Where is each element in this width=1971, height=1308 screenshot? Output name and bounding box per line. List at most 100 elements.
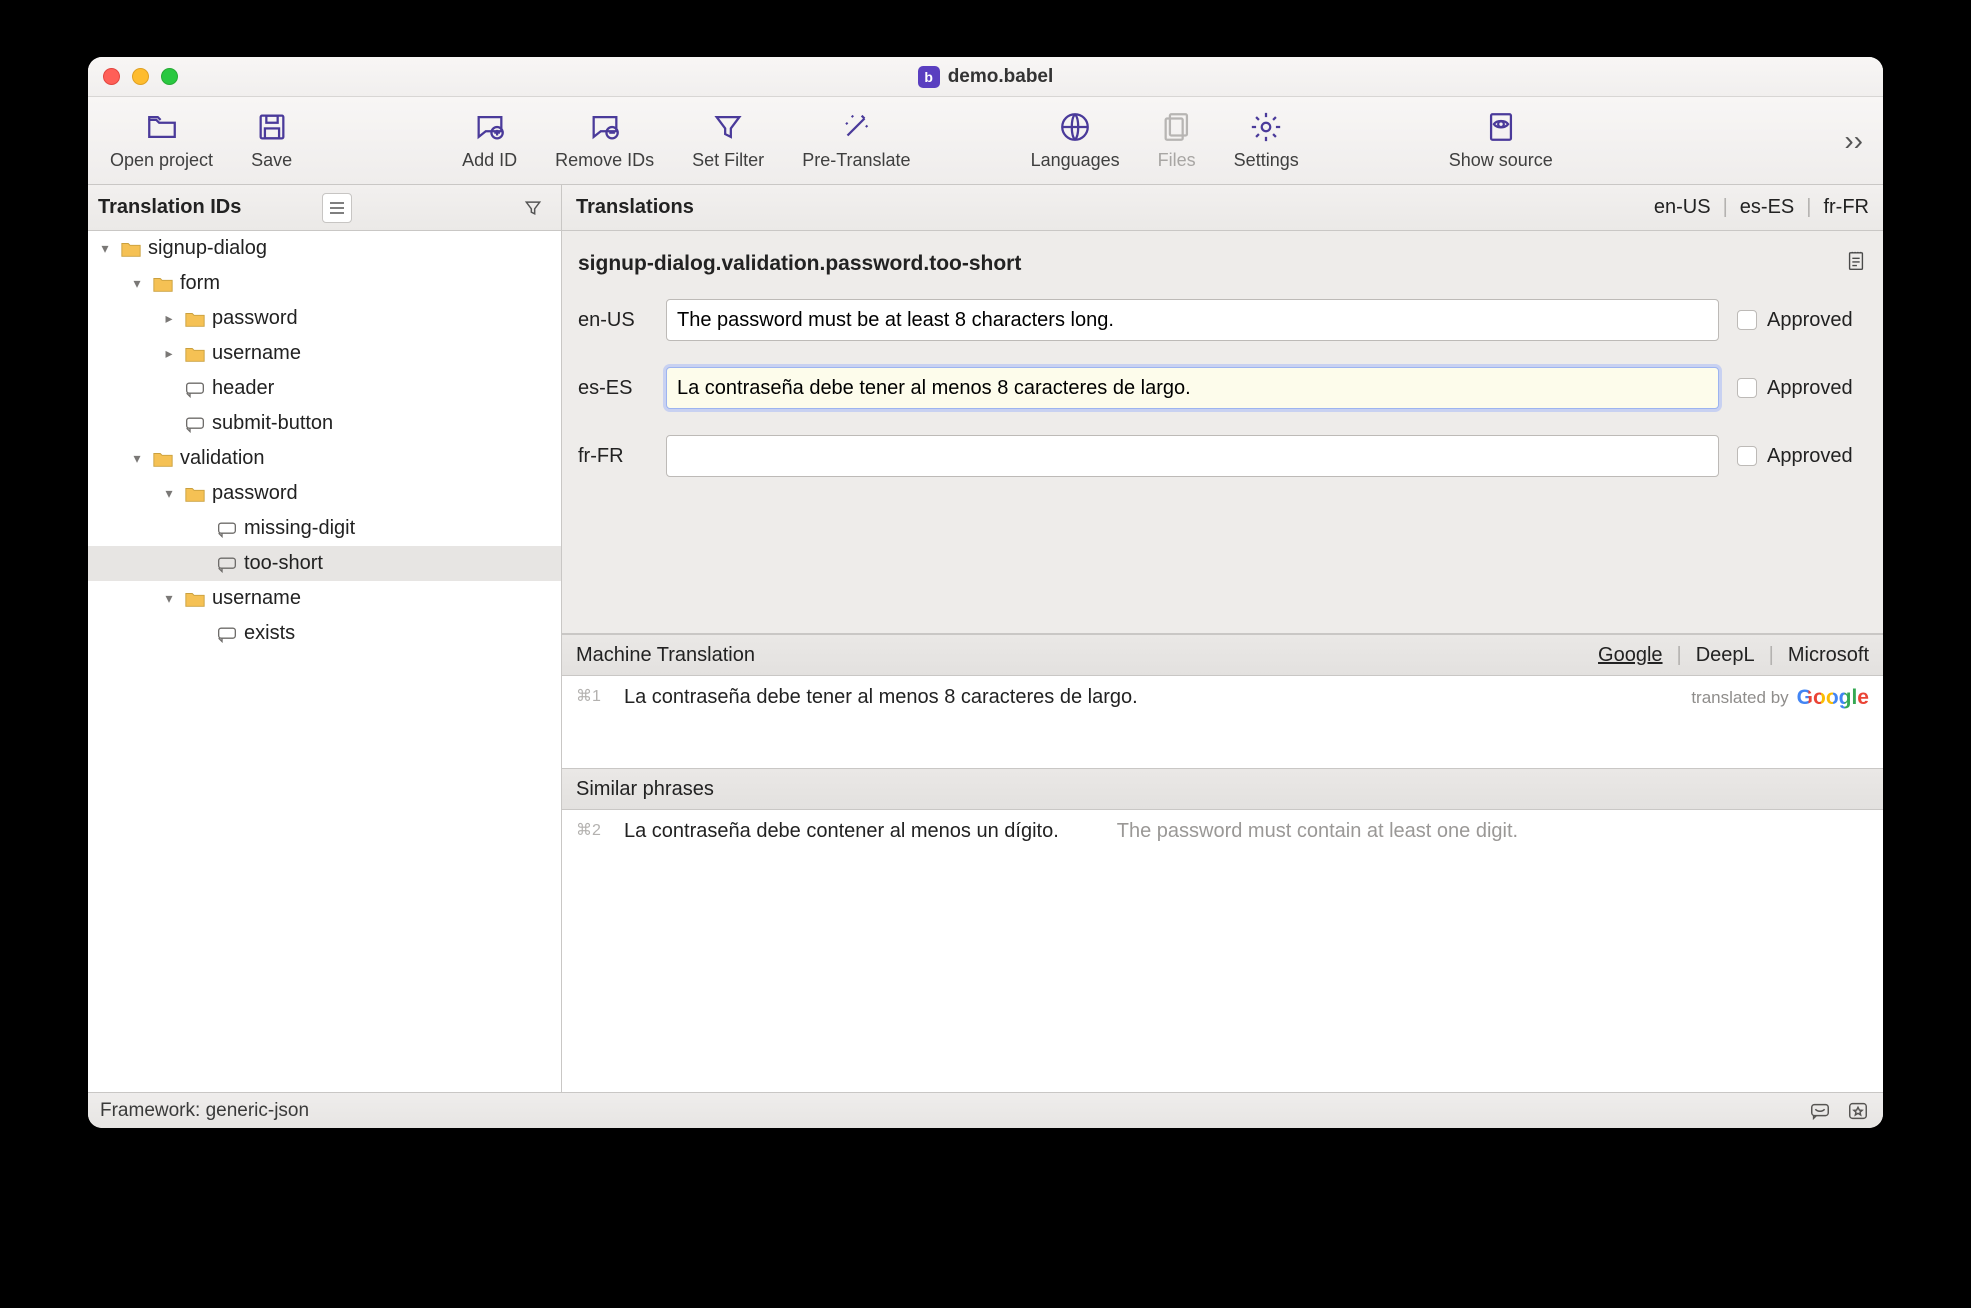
translation-row-en: en-US Approved xyxy=(578,299,1867,341)
tree-string[interactable]: exists xyxy=(88,616,561,651)
tree-label: exists xyxy=(244,622,295,645)
pre-translate-button[interactable]: Pre-Translate xyxy=(802,110,910,171)
string-icon xyxy=(216,553,238,575)
app-window: b demo.babel Open project Save xyxy=(88,57,1883,1128)
translated-by: translated by Google xyxy=(1691,686,1869,710)
left-panel-header: Translation IDs xyxy=(88,185,561,231)
folder-icon xyxy=(120,238,142,260)
chat-plus-icon xyxy=(473,110,507,144)
tree-folder[interactable]: ▾ signup-dialog xyxy=(88,231,561,266)
tree-label: signup-dialog xyxy=(148,237,267,260)
mt-shortcut: ⌘1 xyxy=(576,686,606,706)
tree-string[interactable]: submit-button xyxy=(88,406,561,441)
save-icon xyxy=(255,110,289,144)
tree-filter-button[interactable] xyxy=(518,193,548,223)
eye-doc-icon xyxy=(1484,110,1518,144)
tree-string[interactable]: missing-digit xyxy=(88,511,561,546)
chevron-down-icon[interactable]: ▾ xyxy=(160,590,178,607)
languages-button[interactable]: Languages xyxy=(1031,110,1120,171)
status-framework: Framework: generic-json xyxy=(100,1100,309,1122)
toolbar-label: Remove IDs xyxy=(555,150,654,171)
tree-folder[interactable]: ▾ username xyxy=(88,581,561,616)
content: Translation IDs ▾ signup-dialog ▾ xyxy=(88,185,1883,1092)
mt-provider-tab[interactable]: Microsoft xyxy=(1788,644,1869,667)
tree-string-selected[interactable]: too-short xyxy=(88,546,561,581)
mt-title: Machine Translation xyxy=(576,644,755,667)
approve-es[interactable]: Approved xyxy=(1737,377,1867,400)
checkbox-icon[interactable] xyxy=(1737,446,1757,466)
save-button[interactable]: Save xyxy=(251,110,292,171)
tree-folder[interactable]: ▾ password xyxy=(88,476,561,511)
open-project-button[interactable]: Open project xyxy=(110,110,213,171)
remove-ids-button[interactable]: Remove IDs xyxy=(555,110,654,171)
show-source-button[interactable]: Show source xyxy=(1449,110,1553,171)
tree-label: password xyxy=(212,482,298,505)
sp-title: Similar phrases xyxy=(576,778,714,801)
app-icon: b xyxy=(918,66,940,88)
gear-icon xyxy=(1249,110,1283,144)
approve-en[interactable]: Approved xyxy=(1737,309,1867,332)
translation-id-path: signup-dialog.validation.password.too-sh… xyxy=(578,252,1021,276)
funnel-icon xyxy=(711,110,745,144)
star-badge-icon[interactable] xyxy=(1845,1098,1871,1124)
translations-title: Translations xyxy=(576,196,694,219)
chevron-down-icon[interactable]: ▾ xyxy=(128,275,146,292)
tree-folder[interactable]: ▾ validation xyxy=(88,441,561,476)
chevron-down-icon[interactable]: ▾ xyxy=(160,485,178,502)
folder-icon xyxy=(184,588,206,610)
titlebar: b demo.babel xyxy=(88,57,1883,97)
notes-icon[interactable] xyxy=(1845,249,1867,279)
zoom-icon[interactable] xyxy=(161,68,178,85)
settings-button[interactable]: Settings xyxy=(1234,110,1299,171)
globe-icon xyxy=(1058,110,1092,144)
minimize-icon[interactable] xyxy=(132,68,149,85)
tree-folder[interactable]: ▾ form xyxy=(88,266,561,301)
tree-folder[interactable]: ▸ password xyxy=(88,301,561,336)
locale-tab[interactable]: en-US xyxy=(1654,196,1711,219)
tree-label: username xyxy=(212,587,301,610)
locale-tab[interactable]: fr-FR xyxy=(1823,196,1869,219)
mt-provider-tab[interactable]: DeepL xyxy=(1696,644,1755,667)
folder-open-icon xyxy=(145,110,179,144)
folder-icon xyxy=(184,483,206,505)
locale-label: fr-FR xyxy=(578,445,648,468)
left-panel: Translation IDs ▾ signup-dialog ▾ xyxy=(88,185,562,1092)
window-title-text: demo.babel xyxy=(948,66,1054,88)
translation-input-es[interactable] xyxy=(666,367,1719,409)
checkbox-icon[interactable] xyxy=(1737,378,1757,398)
mt-provider-tab[interactable]: Google xyxy=(1598,644,1663,667)
chevron-right-icon[interactable]: ▸ xyxy=(160,310,178,327)
locale-tab[interactable]: es-ES xyxy=(1740,196,1794,219)
chat-icon[interactable] xyxy=(1807,1098,1833,1124)
sp-body: ⌘2 La contraseña debe contener al menos … xyxy=(562,810,1883,902)
sp-shortcut: ⌘2 xyxy=(576,820,606,840)
editor: signup-dialog.validation.password.too-sh… xyxy=(562,231,1883,634)
tree[interactable]: ▾ signup-dialog ▾ form ▸ password ▸ xyxy=(88,231,561,1092)
translation-row-fr: fr-FR Approved xyxy=(578,435,1867,477)
tree-label: submit-button xyxy=(212,412,333,435)
toolbar-label: Settings xyxy=(1234,150,1299,171)
string-icon xyxy=(184,378,206,400)
approve-fr[interactable]: Approved xyxy=(1737,445,1867,468)
tree-label: validation xyxy=(180,447,265,470)
mt-suggestion[interactable]: La contraseña debe tener al menos 8 cara… xyxy=(624,686,1138,709)
set-filter-button[interactable]: Set Filter xyxy=(692,110,764,171)
close-icon[interactable] xyxy=(103,68,120,85)
chevron-right-icon[interactable]: ▸ xyxy=(160,345,178,362)
google-logo-icon: Google xyxy=(1797,686,1869,710)
chevron-down-icon[interactable]: ▾ xyxy=(128,450,146,467)
checkbox-icon[interactable] xyxy=(1737,310,1757,330)
chevron-down-icon[interactable]: ▾ xyxy=(96,240,114,257)
toolbar-label: Files xyxy=(1158,150,1196,171)
files-button[interactable]: Files xyxy=(1158,110,1196,171)
tree-folder[interactable]: ▸ username xyxy=(88,336,561,371)
folder-icon xyxy=(184,308,206,330)
translation-input-fr[interactable] xyxy=(666,435,1719,477)
add-id-button[interactable]: Add ID xyxy=(462,110,517,171)
right-panel: Translations en-US | es-ES | fr-FR signu… xyxy=(562,185,1883,1092)
tree-view-mode-button[interactable] xyxy=(322,193,352,223)
toolbar-overflow-button[interactable]: ›› xyxy=(1844,125,1863,157)
translation-input-en[interactable] xyxy=(666,299,1719,341)
sp-target[interactable]: La contraseña debe contener al menos un … xyxy=(624,820,1059,843)
tree-string[interactable]: header xyxy=(88,371,561,406)
